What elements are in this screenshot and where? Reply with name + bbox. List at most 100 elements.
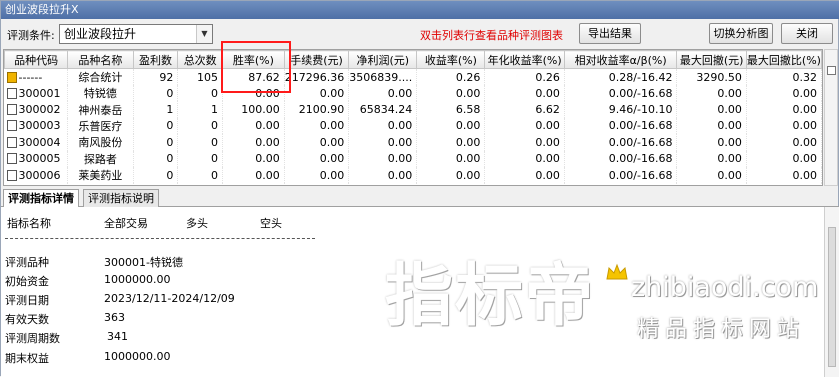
cell-winrate: 100.00 [222, 101, 285, 118]
cell-maxdd: 3290.50 [676, 68, 747, 85]
col-header[interactable]: 相对收益率α/β(%) [563, 50, 678, 69]
tab-help[interactable]: 评测指标说明 [83, 189, 159, 207]
col-header[interactable]: 收益率(%) [416, 50, 486, 69]
col-header[interactable]: 手续费(元) [283, 50, 350, 69]
detail-label: 评测周期数 [5, 332, 60, 345]
cell-alpha: 0.00/-16.68 [564, 117, 678, 135]
cell-total: 105 [177, 68, 224, 85]
col-header[interactable]: 盈利数 [132, 50, 179, 69]
cell-code: 300006 [4, 166, 69, 184]
close-button[interactable]: 关闭 [781, 23, 833, 44]
detail-label: 初始资金 [5, 275, 49, 288]
cell-name: 南风股份 [67, 134, 134, 151]
cell-wins: 0 [133, 134, 179, 151]
scroll-box-icon[interactable] [827, 66, 836, 75]
winrate-highlight-box [221, 41, 291, 93]
condition-select[interactable]: 创业波段拉升 ▼ [59, 24, 213, 44]
cell-ret: 0.00 [416, 117, 486, 135]
cell-profit: 0.00 [348, 117, 418, 135]
detail-scrollbar[interactable] [824, 207, 839, 377]
cell-ret: 0.00 [416, 85, 486, 102]
cell-fee: 0.00 [284, 150, 350, 167]
cell-maxdd: 0.00 [676, 117, 747, 135]
cell-profit: 0.00 [348, 183, 418, 185]
watermark-url: zhibiaodi.com [631, 272, 819, 303]
crown-icon [606, 263, 628, 280]
cell-alpha: 0.00/-16.68 [564, 183, 678, 185]
cell-fee: 217296.36 [284, 68, 350, 85]
code-text: 300003 [18, 119, 61, 133]
detail-label: 评测日期 [5, 294, 49, 307]
code-text: 300004 [18, 135, 61, 149]
export-button[interactable]: 导出结果 [579, 23, 641, 44]
table-row[interactable]: ------ 综合统计 92 105 87.62 217296.36 3506839....… [4, 68, 822, 85]
cell-annual: 0.00 [484, 117, 565, 135]
cell-total: 0 [177, 183, 224, 185]
col-header[interactable]: 品种代码 [4, 50, 69, 69]
detail-label: 有效天数 [5, 313, 49, 326]
detail-value: 363 [104, 311, 125, 324]
scroll-thumb[interactable] [828, 227, 836, 367]
cell-maxddr: 0.00 [746, 101, 822, 118]
col-header[interactable]: 净利润(元) [348, 50, 418, 69]
table-row[interactable]: 300007汉威科技000.000.000.000.000.000.00/-16… [4, 183, 822, 185]
watermark-slogan: 精品指标网站 [637, 317, 806, 342]
cell-total: 0 [177, 85, 224, 102]
cell-maxdd: 0.00 [676, 101, 747, 118]
cell-alpha: 0.00/-16.68 [564, 85, 678, 102]
col-header[interactable]: 品种名称 [67, 50, 134, 69]
chevron-down-icon[interactable]: ▼ [196, 25, 212, 43]
cell-annual: 0.00 [484, 183, 565, 185]
cell-wins: 0 [133, 166, 179, 184]
cell-winrate: 0.00 [222, 150, 285, 167]
col-header[interactable]: 总次数 [177, 50, 224, 69]
cell-annual: 0.00 [484, 150, 565, 167]
cell-annual: 0.26 [484, 68, 565, 85]
code-text: ------ [18, 70, 43, 84]
results-table: 品种代码 品种名称 盈利数 总次数 胜率(%) 手续费(元) 净利润(元) 收益… [3, 49, 823, 186]
detail-label: 评测品种 [5, 256, 49, 269]
cell-profit: 65834.24 [348, 101, 418, 118]
cell-alpha: 0.00/-16.68 [564, 150, 678, 167]
cell-code: 300005 [4, 150, 69, 167]
detail-value: 341 [107, 330, 128, 343]
cell-fee: 0.00 [284, 166, 350, 184]
col-header[interactable]: 最大回撤(元) [676, 50, 747, 69]
table-row[interactable]: 300001 特锐德 0 0 0.00 0.00 0.00 0.00 0.00 0.00/-16.… [4, 85, 822, 102]
table-scrollbar[interactable] [824, 49, 838, 186]
tab-detail[interactable]: 评测指标详情 [3, 189, 79, 208]
stock-icon [6, 104, 17, 116]
table-row[interactable]: 300003 乐普医疗 0 0 0.00 0.00 0.00 0.00 0.00 0.00/-16… [4, 117, 822, 135]
cell-name: 乐普医疗 [67, 117, 134, 135]
detail-header-short: 空头 [260, 217, 282, 230]
cell-ret: 0.00 [416, 166, 486, 184]
cell-wins: 0 [133, 117, 179, 135]
cell-total: 0 [177, 150, 224, 167]
cell-alpha: 0.28/-16.42 [564, 68, 678, 85]
cell-name: 综合统计 [67, 68, 134, 85]
cell-total: 0 [177, 134, 224, 151]
table-row[interactable]: 300006 莱美药业 0 0 0.00 0.00 0.00 0.00 0.00 0.00/-16… [4, 166, 822, 184]
cell-wins: 0 [133, 150, 179, 167]
detail-header-name: 指标名称 [7, 217, 51, 230]
cell-name: 神州泰岳 [67, 101, 134, 118]
table-row[interactable]: 300002 神州泰岳 1 1 100.00 2100.90 65834.24 6.58 6.6… [4, 101, 822, 118]
cell-maxdd: 0.00 [676, 85, 747, 102]
cell-maxddr: 0.00 [746, 117, 822, 135]
cell-total: 0 [177, 166, 224, 184]
cell-ret: 0.00 [416, 134, 486, 151]
detail-value: 1000000.00 [104, 350, 171, 363]
detail-value: 2023/12/11-2024/12/09 [104, 292, 235, 305]
cell-fee: 0.00 [284, 117, 350, 135]
table-row[interactable]: 300005 探路者 0 0 0.00 0.00 0.00 0.00 0.00 0.00/-16.… [4, 150, 822, 167]
table-row[interactable]: 300004 南风股份 0 0 0.00 0.00 0.00 0.00 0.00 0.00/-16… [4, 134, 822, 151]
tab-bar: 评测指标详情 评测指标说明 [1, 188, 839, 208]
cell-wins: 0 [133, 85, 179, 102]
col-header[interactable]: 最大回撤比(%) [745, 50, 822, 69]
cell-ret: 0.26 [416, 68, 486, 85]
col-header[interactable]: 年化收益率(%) [484, 50, 565, 69]
switch-chart-button[interactable]: 切换分析图 [709, 23, 773, 44]
cell-maxdd: 0.00 [676, 166, 747, 184]
cell-alpha: 0.00/-16.68 [564, 134, 678, 151]
detail-header-long: 多头 [186, 217, 208, 230]
